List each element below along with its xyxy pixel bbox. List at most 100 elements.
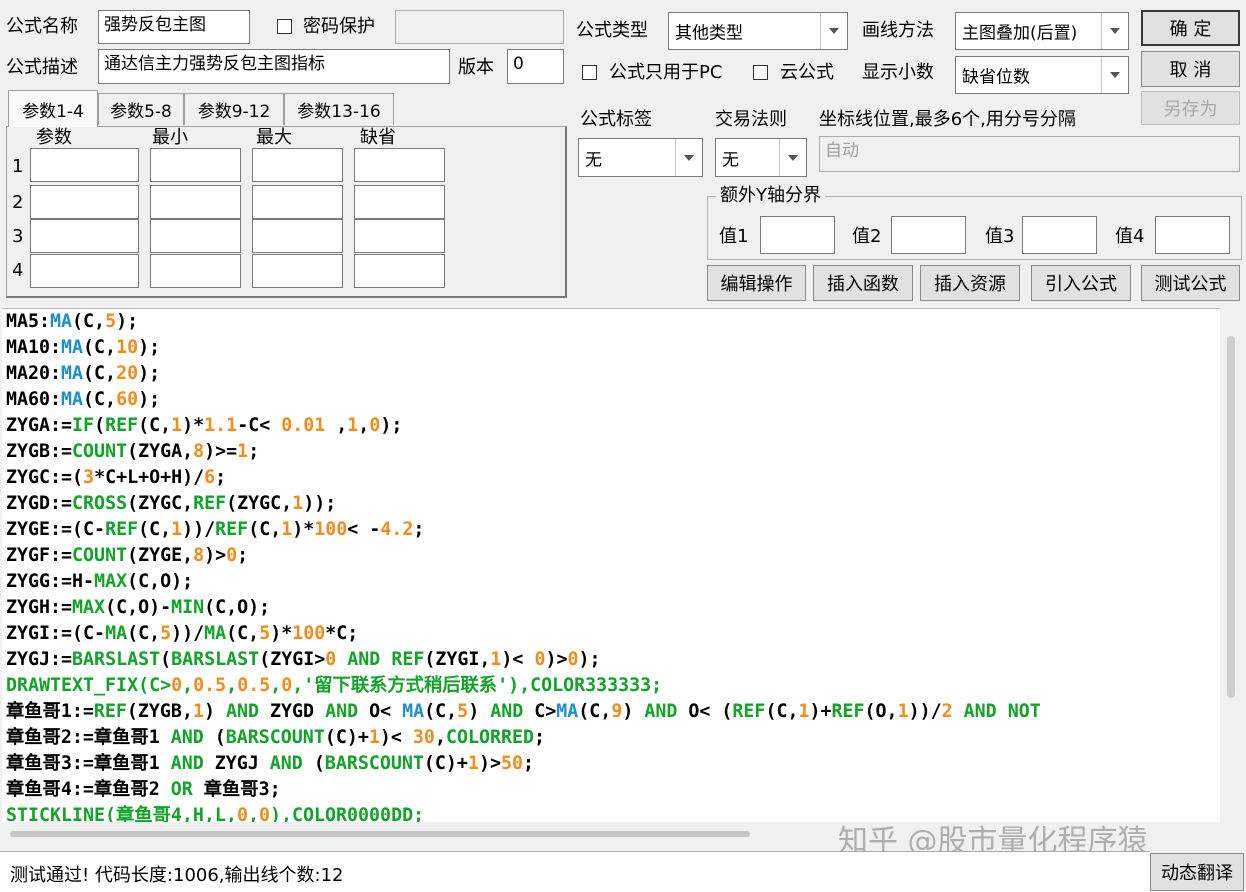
code-token: 1: [368, 727, 380, 748]
param-3-min[interactable]: [150, 219, 241, 253]
y-value-4-input[interactable]: [1155, 216, 1230, 254]
code-line: STICKLINE(章鱼哥4,H,L,0,0),COLOR0000DD;: [2, 803, 1220, 823]
param-2-default[interactable]: [354, 185, 445, 219]
scroll-thumb[interactable]: [10, 831, 750, 837]
tab-params-5-8[interactable]: 参数5-8: [98, 93, 184, 125]
code-token: )<: [379, 727, 413, 748]
cloud-checkbox[interactable]: [753, 65, 768, 80]
param-1-max[interactable]: [252, 148, 343, 182]
code-token: 1: [490, 649, 502, 670]
edit-ops-button[interactable]: 编辑操作: [707, 265, 806, 301]
code-line: MA20:MA(C,20);: [2, 361, 1220, 387]
test-formula-button[interactable]: 测试公式: [1141, 265, 1240, 301]
param-row-number: 2: [12, 192, 24, 213]
code-token: ;: [237, 545, 249, 566]
code-token: 章鱼哥4:=章鱼哥2: [6, 779, 171, 800]
code-token: NOT: [1007, 701, 1041, 722]
formula-type-select[interactable]: 其他类型: [668, 12, 848, 50]
tab-params-1-4[interactable]: 参数1-4: [8, 90, 98, 127]
code-token: 0: [258, 805, 270, 823]
param-4-min[interactable]: [150, 254, 241, 288]
param-3-max[interactable]: [252, 219, 343, 253]
password-input[interactable]: [395, 10, 564, 44]
cancel-button[interactable]: 取 消: [1141, 51, 1240, 87]
version-label: 版本: [458, 57, 494, 78]
dynamic-translate-button[interactable]: 动态翻译: [1150, 853, 1244, 891]
insert-function-button[interactable]: 插入函数: [813, 265, 913, 301]
formula-desc-input[interactable]: 通达信主力强势反包主图指标: [98, 49, 450, 84]
code-token: 1: [192, 701, 204, 722]
code-token: 5: [160, 623, 172, 644]
tab-params-13-16[interactable]: 参数13-16: [284, 93, 394, 125]
param-4-default[interactable]: [354, 254, 445, 288]
code-token: (C,: [83, 363, 117, 384]
code-token: (C,: [127, 623, 161, 644]
coord-line-input[interactable]: 自动: [819, 136, 1240, 172]
decimals-select[interactable]: 缺省位数: [955, 56, 1129, 94]
save-as-button[interactable]: 另存为: [1141, 91, 1240, 125]
chevron-down-icon[interactable]: [779, 139, 806, 176]
param-4-name[interactable]: [30, 254, 139, 288]
pc-only-checkbox[interactable]: [582, 65, 597, 80]
param-header-min: 最小: [152, 127, 188, 148]
code-token: ))/: [171, 623, 205, 644]
password-checkbox[interactable]: [277, 19, 292, 34]
param-1-default[interactable]: [354, 148, 445, 182]
param-header-default: 缺省: [360, 127, 396, 148]
code-token: (ZYGB,: [126, 701, 193, 722]
code-token: BARSCOUNT: [324, 753, 424, 774]
code-token: REF: [193, 493, 227, 514]
param-3-default[interactable]: [354, 219, 445, 253]
trade-rule-select[interactable]: 无: [715, 138, 807, 177]
code-token: BARSLAST: [72, 649, 161, 670]
tab-params-9-12[interactable]: 参数9-12: [184, 93, 284, 125]
code-line: 章鱼哥3:=章鱼哥1 AND ZYGJ AND (BARSCOUNT(C)+1)…: [2, 751, 1220, 777]
version-input[interactable]: 0: [507, 49, 564, 84]
code-line: ZYGB:=COUNT(ZYGA,8)>=1;: [2, 439, 1220, 465]
chevron-down-icon[interactable]: [820, 13, 847, 49]
code-token: 1: [237, 441, 249, 462]
code-token: ,'留下联系方式稍后联系'),COLOR333333;: [292, 675, 663, 696]
code-token: );: [138, 363, 161, 384]
chevron-down-icon[interactable]: [675, 139, 702, 176]
vertical-scrollbar[interactable]: [1220, 308, 1246, 822]
param-2-max[interactable]: [252, 185, 343, 219]
y-value-3-input[interactable]: [1022, 216, 1097, 254]
chevron-down-icon[interactable]: [1101, 13, 1128, 49]
ok-button[interactable]: 确 定: [1141, 10, 1240, 46]
decimals-value: 缺省位数: [962, 67, 1030, 88]
code-token: );: [116, 311, 139, 332]
code-token: ))/: [908, 701, 942, 722]
code-token: )>=: [204, 441, 238, 462]
y-value-1-input[interactable]: [760, 216, 835, 254]
scroll-thumb[interactable]: [1227, 336, 1235, 698]
chevron-down-icon[interactable]: [1101, 57, 1128, 93]
code-token: (: [160, 649, 172, 670]
param-4-max[interactable]: [252, 254, 343, 288]
code-token: )+: [809, 701, 832, 722]
param-1-name[interactable]: [30, 148, 139, 182]
code-token: (C)+: [423, 753, 468, 774]
param-2-min[interactable]: [150, 185, 241, 219]
code-token: (C,: [83, 389, 117, 410]
code-token: (C,: [226, 623, 260, 644]
code-token: 100: [314, 519, 348, 540]
formula-name-input[interactable]: 强势反包主图: [98, 10, 250, 44]
import-formula-button[interactable]: 引入公式: [1031, 265, 1131, 301]
code-token: DRAWTEXT_FIX: [6, 675, 139, 696]
formula-tag-select[interactable]: 无: [578, 138, 703, 177]
code-token: MA5:: [6, 311, 51, 332]
param-3-name[interactable]: [30, 219, 139, 253]
param-1-min[interactable]: [150, 148, 241, 182]
code-token: COUNT: [72, 441, 128, 462]
insert-resource-button[interactable]: 插入资源: [920, 265, 1020, 301]
draw-method-select[interactable]: 主图叠加(后置): [955, 12, 1129, 50]
code-token: REF: [105, 519, 139, 540]
param-2-name[interactable]: [30, 185, 139, 219]
code-editor[interactable]: MA5:MA(C,5); MA10:MA(C,10); MA20:MA(C,20);…: [2, 308, 1220, 823]
code-token: (C>: [138, 675, 172, 696]
y-value-2-input[interactable]: [891, 216, 966, 254]
code-token: ZYGG:=H-: [6, 571, 95, 592]
